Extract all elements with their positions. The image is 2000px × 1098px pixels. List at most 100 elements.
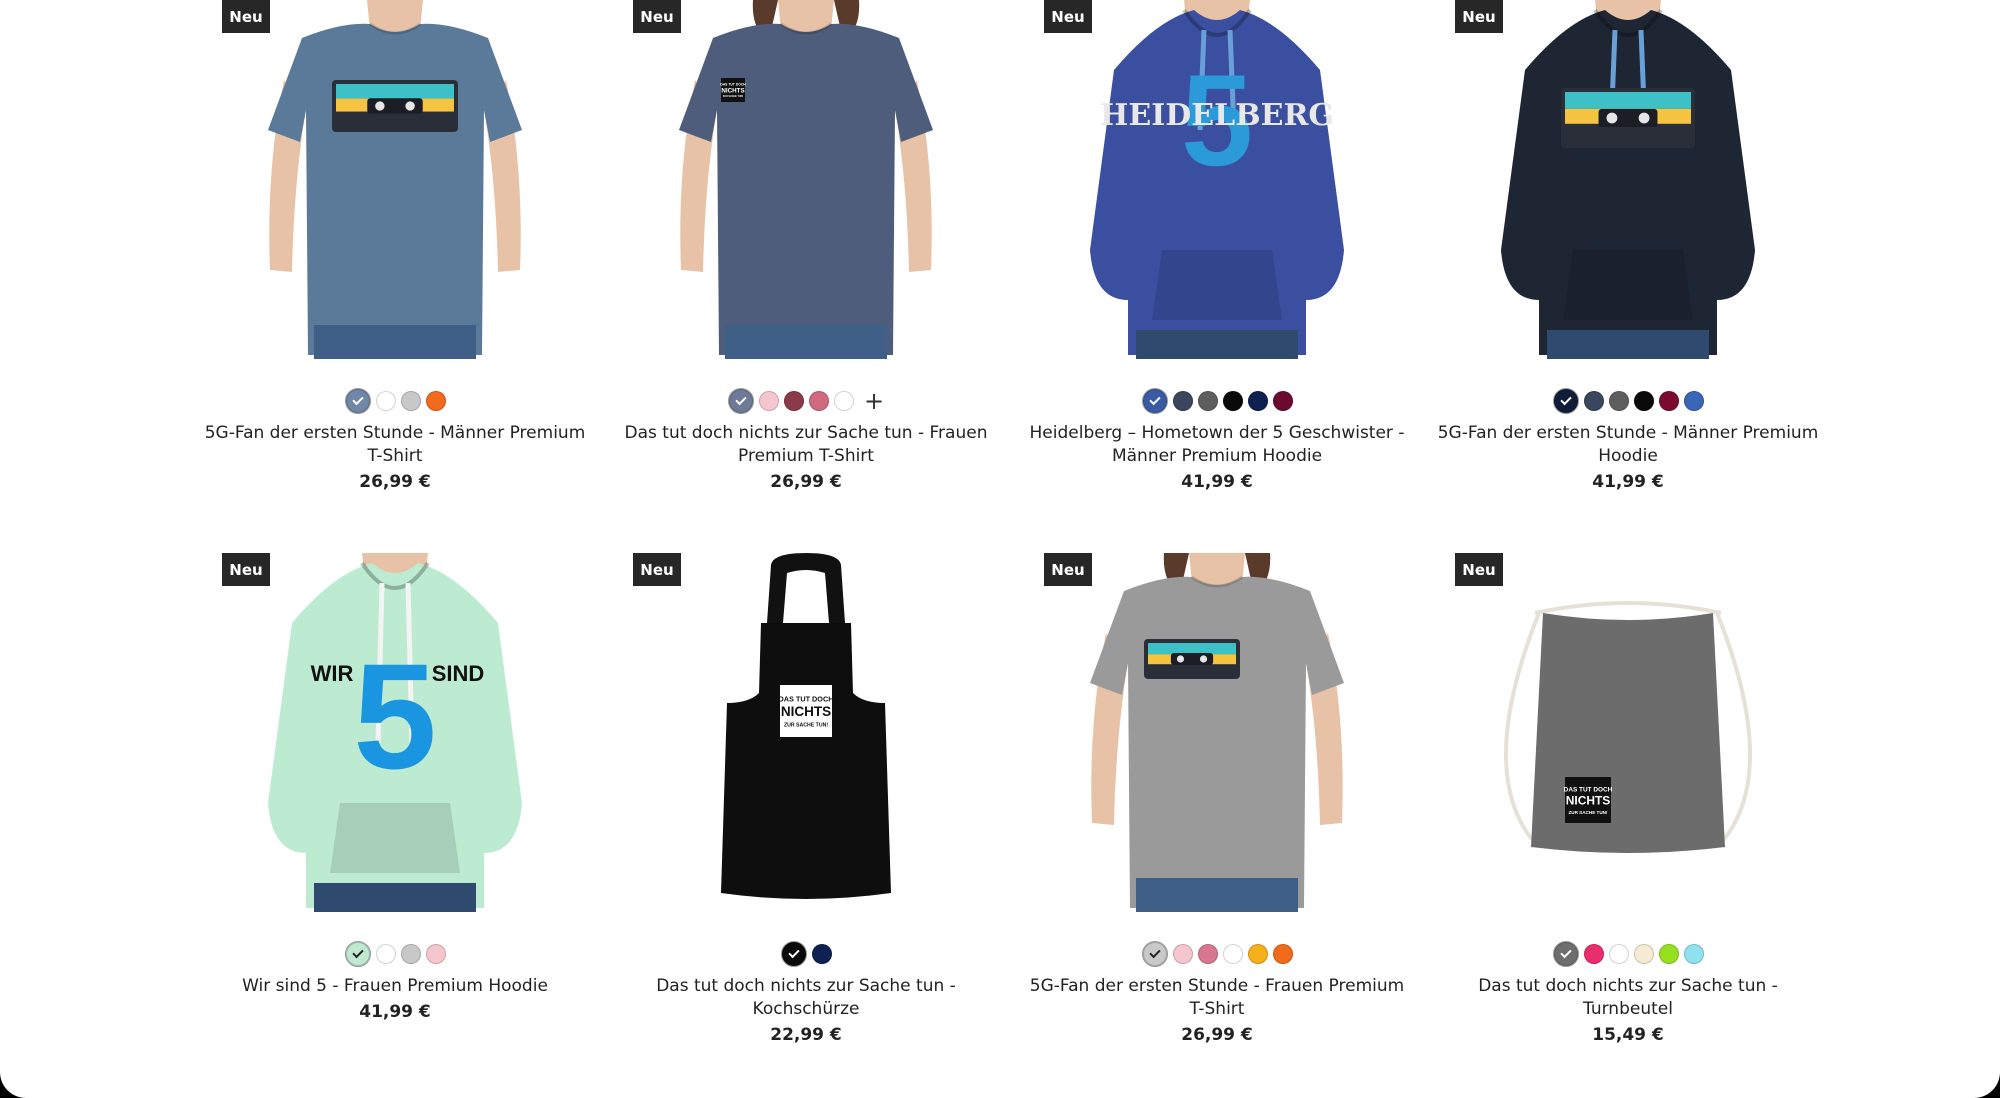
product-image[interactable]: DAS TUT DOCH NICHTS ZUR SACHE TUN! Neu [1455,553,1801,912]
color-swatch[interactable] [1633,944,1654,964]
product-card[interactable]: Neu 5G-Fan der ersten Stunde - Männer Pre… [190,0,600,492]
color-swatch[interactable] [1683,944,1704,964]
color-swatch[interactable] [1658,944,1679,964]
color-swatch[interactable] [1197,391,1218,411]
color-swatch[interactable] [1141,388,1168,414]
color-swatch[interactable] [1633,391,1654,411]
color-swatch[interactable] [375,944,396,964]
product-image[interactable]: Neu [222,0,568,359]
product-image-graphic [1455,0,1801,359]
new-badge: Neu [1455,553,1503,586]
color-swatch[interactable] [1272,391,1293,411]
color-swatch[interactable] [808,391,829,411]
product-image[interactable]: Neu [1044,553,1390,912]
product-card[interactable]: DAS TUT DOCH NICHTS ZUR SACHE TUN! Neu + D… [601,0,1011,492]
color-swatch[interactable] [1247,944,1268,964]
color-swatch[interactable] [1608,391,1629,411]
product-price: 41,99 € [1181,472,1253,492]
new-badge: Neu [1044,0,1092,33]
color-swatch[interactable] [1683,391,1704,411]
color-swatch[interactable] [727,388,754,414]
new-badge: Neu [222,0,270,33]
new-badge: Neu [633,0,681,33]
color-swatches [1423,941,1833,967]
product-card[interactable]: Neu 5G-Fan der ersten Stunde - Frauen Pre… [1012,553,1422,1045]
color-swatch[interactable] [1658,391,1679,411]
new-badge: Neu [633,553,681,586]
product-card[interactable]: DAS TUT DOCH NICHTS ZUR SACHE TUN! Neu Da… [601,553,1011,1045]
product-image[interactable]: Neu [1455,0,1801,359]
product-price: 26,99 € [359,472,431,492]
product-image[interactable]: DAS TUT DOCH NICHTS ZUR SACHE TUN! Neu [633,553,979,912]
svg-text:5: 5 [353,632,436,800]
product-image-graphic: DAS TUT DOCH NICHTS ZUR SACHE TUN! [633,553,979,912]
product-price: 15,49 € [1592,1025,1664,1045]
color-swatch[interactable] [1583,944,1604,964]
color-swatch[interactable] [400,944,421,964]
product-image-graphic [1044,553,1390,912]
svg-text:HEIDELBERG: HEIDELBERG [1100,98,1334,133]
svg-text:ZUR SACHE TUN!: ZUR SACHE TUN! [723,95,744,98]
color-swatch[interactable] [1247,391,1268,411]
color-swatch[interactable] [783,391,804,411]
product-title[interactable]: 5G-Fan der ersten Stunde - Männer Premiu… [1423,422,1833,468]
color-swatch[interactable] [375,391,396,411]
product-title[interactable]: Das tut doch nichts zur Sache tun - Koch… [601,975,1011,1021]
color-swatch[interactable] [1172,944,1193,964]
color-swatch[interactable] [780,941,807,967]
color-swatches [601,941,1011,967]
color-swatches [1423,388,1833,414]
product-image[interactable]: 5 WIR SIND Neu [222,553,568,912]
product-image-graphic: DAS TUT DOCH NICHTS ZUR SACHE TUN! [1455,553,1801,912]
product-grid: Neu 5G-Fan der ersten Stunde - Männer Pre… [0,0,2000,1098]
color-swatch[interactable] [425,391,446,411]
svg-text:ZUR SACHE TUN!: ZUR SACHE TUN! [1568,810,1608,815]
product-title[interactable]: Das tut doch nichts zur Sache tun - Turn… [1423,975,1833,1021]
color-swatches [190,941,600,967]
product-image-graphic [222,0,568,359]
color-swatch[interactable] [1141,941,1168,967]
color-swatch[interactable] [1197,944,1218,964]
color-swatches [1012,388,1422,414]
new-badge: Neu [1044,553,1092,586]
color-swatch[interactable] [425,944,446,964]
color-swatch[interactable] [1583,391,1604,411]
product-image[interactable]: 5 HEIDELBERG Neu [1044,0,1390,359]
product-image[interactable]: DAS TUT DOCH NICHTS ZUR SACHE TUN! Neu [633,0,979,359]
color-swatch[interactable] [1552,388,1579,414]
product-card[interactable]: 5 HEIDELBERG Neu Heidelberg – Hometown der … [1012,0,1422,492]
product-card[interactable]: DAS TUT DOCH NICHTS ZUR SACHE TUN! Neu Da… [1423,553,1833,1045]
product-card[interactable]: Neu 5G-Fan der ersten Stunde - Männer Pre… [1423,0,1833,492]
product-price: 41,99 € [1592,472,1664,492]
product-image-graphic: 5HEIDELBERG [1044,0,1390,359]
product-title[interactable]: 5G-Fan der ersten Stunde - Männer Premiu… [190,422,600,468]
product-title[interactable]: 5G-Fan der ersten Stunde - Frauen Premiu… [1012,975,1422,1021]
svg-text:SIND: SIND [432,661,485,686]
new-badge: Neu [222,553,270,586]
product-title[interactable]: Heidelberg – Hometown der 5 Geschwister … [1012,422,1422,468]
color-swatch[interactable] [758,391,779,411]
product-title[interactable]: Das tut doch nichts zur Sache tun - Frau… [601,422,1011,468]
new-badge: Neu [1455,0,1503,33]
color-swatch[interactable] [1222,944,1243,964]
color-swatch[interactable] [833,391,854,411]
color-swatch[interactable] [1222,391,1243,411]
color-swatches: + [601,388,1011,414]
svg-text:NICHTS: NICHTS [781,704,831,719]
color-swatch[interactable] [344,388,371,414]
color-swatch[interactable] [1552,941,1579,967]
color-swatches [1012,941,1422,967]
product-price: 22,99 € [770,1025,842,1045]
color-swatch[interactable] [811,944,832,964]
product-card[interactable]: 5 WIR SIND Neu Wir sind 5 - Frauen Premium H… [190,553,600,1022]
svg-text:ZUR SACHE TUN!: ZUR SACHE TUN! [784,723,828,729]
product-title[interactable]: Wir sind 5 - Frauen Premium Hoodie [190,975,600,998]
color-swatch[interactable] [400,391,421,411]
svg-text:DAS TUT DOCH: DAS TUT DOCH [720,83,746,87]
color-swatch[interactable] [1608,944,1629,964]
color-swatch[interactable] [1272,944,1293,964]
svg-text:WIR: WIR [311,661,354,686]
more-colors-button[interactable]: + [864,389,884,413]
color-swatch[interactable] [1172,391,1193,411]
color-swatch[interactable] [344,941,371,967]
